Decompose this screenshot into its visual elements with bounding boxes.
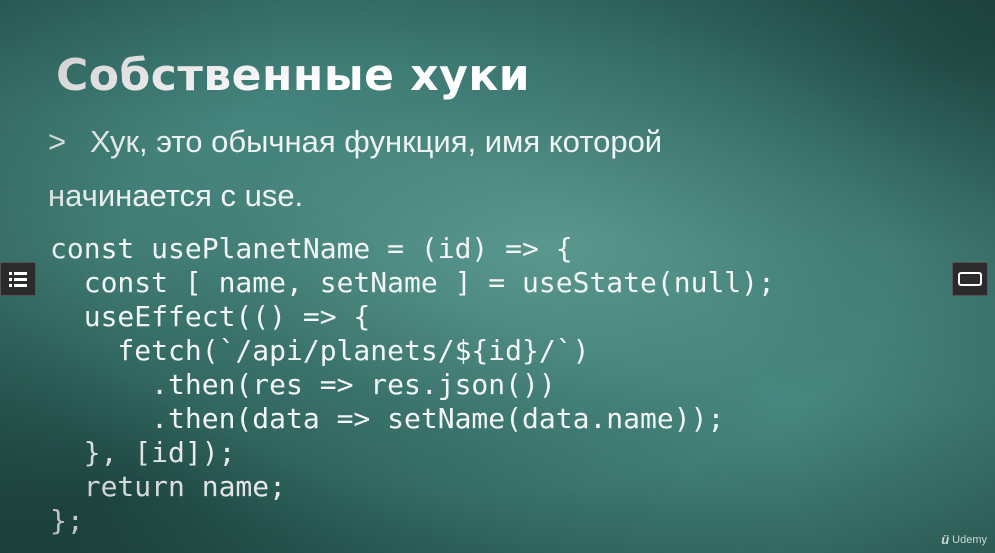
bullet-text-line-1: Хук, это обычная функция, имя которой bbox=[90, 124, 663, 159]
slide-title: Собственные хуки bbox=[56, 50, 531, 101]
bullet-text-line-2: начинается с use. bbox=[48, 178, 304, 213]
bullet-marker: > bbox=[48, 124, 67, 159]
code-line: useEffect(() => { bbox=[50, 300, 371, 333]
code-line: return name; bbox=[50, 470, 287, 503]
slide: Собственные хуки > Хук, это обычная функц… bbox=[0, 0, 995, 553]
code-block: const usePlanetName = (id) => { const [ … bbox=[50, 232, 775, 538]
code-line: const usePlanetName = (id) => { bbox=[50, 232, 573, 265]
code-line: }, [id]); bbox=[50, 436, 236, 469]
fullscreen-icon bbox=[958, 272, 982, 286]
code-line: fetch(`/api/planets/${id}/`) bbox=[50, 334, 590, 367]
code-line: .then(data => setName(data.name)); bbox=[50, 402, 725, 435]
watermark-text: Udemy bbox=[952, 533, 987, 546]
fullscreen-button[interactable] bbox=[952, 262, 988, 296]
code-line: .then(res => res.json()) bbox=[50, 368, 556, 401]
bullet-line-1: > Хук, это обычная функция, имя которой bbox=[48, 120, 662, 164]
code-line: const [ name, setName ] = useState(null)… bbox=[50, 266, 775, 299]
udemy-logo-icon: ü bbox=[941, 532, 950, 547]
code-line: }; bbox=[50, 504, 84, 537]
list-icon bbox=[9, 272, 27, 287]
udemy-watermark: ü Udemy bbox=[941, 532, 987, 547]
curriculum-toggle-button[interactable] bbox=[0, 262, 36, 296]
